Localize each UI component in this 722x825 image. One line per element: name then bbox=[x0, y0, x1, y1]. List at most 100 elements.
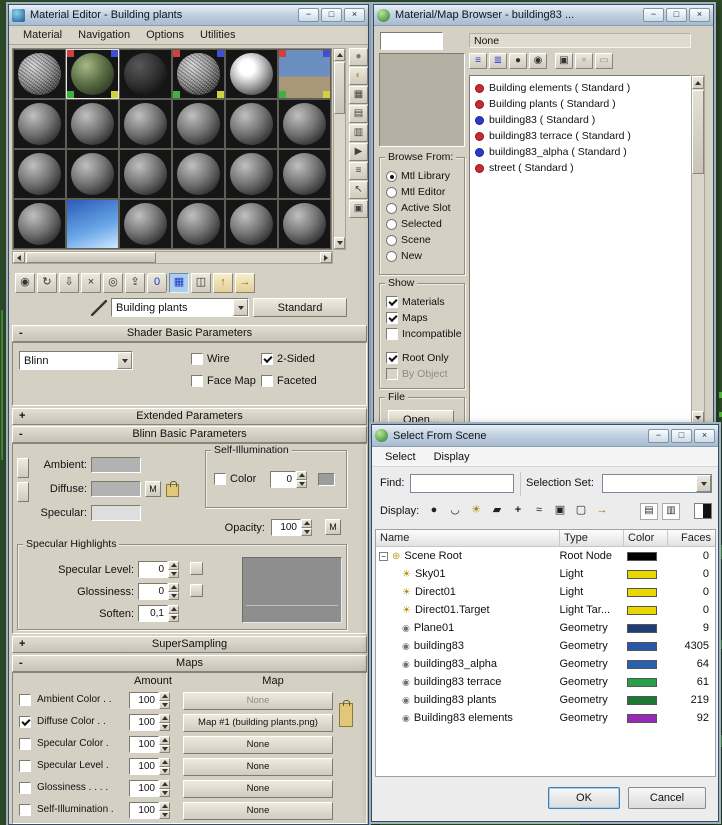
background-button[interactable]: ▦ bbox=[349, 86, 368, 104]
column-color[interactable]: Color bbox=[624, 530, 668, 546]
sample-slot[interactable] bbox=[225, 149, 278, 199]
display-cameras-button[interactable]: ▰ bbox=[487, 502, 507, 520]
ambient-map-checkbox[interactable] bbox=[19, 694, 35, 706]
tree-expander-icon[interactable]: − bbox=[379, 551, 388, 561]
scrollbar-thumb[interactable] bbox=[692, 90, 704, 174]
soften-spinner[interactable]: 0,1 bbox=[138, 605, 179, 622]
opacity-map-button[interactable]: M bbox=[325, 519, 341, 535]
delete-from-library-button[interactable]: × bbox=[575, 53, 593, 69]
radio-scene[interactable]: Scene bbox=[386, 234, 431, 246]
specular-color-map-slot-button[interactable]: None bbox=[183, 736, 333, 754]
glossiness-map-checkbox[interactable] bbox=[19, 782, 35, 794]
display-shapes-button[interactable]: ◡ bbox=[445, 502, 465, 520]
clear-material-library-button[interactable]: ▭ bbox=[595, 53, 613, 69]
diffuse-map-button[interactable]: M bbox=[145, 481, 161, 497]
sample-slot[interactable] bbox=[278, 199, 331, 249]
spinner-up[interactable] bbox=[168, 561, 179, 570]
material-list[interactable]: Building elements ( Standard ) Building … bbox=[469, 75, 691, 425]
menu-material[interactable]: Material bbox=[15, 27, 70, 43]
display-space-warps-button[interactable]: ≈ bbox=[529, 502, 549, 520]
selection-set-dropdown[interactable] bbox=[602, 474, 712, 493]
sample-slot[interactable] bbox=[119, 149, 172, 199]
spinner-down[interactable] bbox=[301, 527, 312, 536]
sample-slot[interactable] bbox=[13, 49, 66, 99]
radio-mtl-editor[interactable]: Mtl Editor bbox=[386, 186, 445, 198]
spinner-down[interactable] bbox=[168, 613, 179, 622]
spinner-up[interactable] bbox=[159, 714, 170, 723]
lock-icon[interactable] bbox=[166, 481, 179, 497]
self-illumination-color-checkbox[interactable]: Color bbox=[214, 473, 256, 485]
spinner-up[interactable] bbox=[159, 758, 170, 767]
spinner-down[interactable] bbox=[168, 569, 179, 578]
specular-level-map-button[interactable] bbox=[190, 562, 203, 575]
ambient-map-slot-button[interactable]: None bbox=[183, 692, 333, 710]
close-button[interactable]: × bbox=[689, 8, 710, 22]
display-geometry-button[interactable]: ● bbox=[424, 502, 444, 520]
scroll-right-button[interactable] bbox=[320, 252, 332, 263]
spinner-up[interactable] bbox=[159, 736, 170, 745]
go-to-parent-button[interactable]: ↑ bbox=[213, 273, 233, 293]
radio-mtl-library[interactable]: Mtl Library bbox=[386, 170, 450, 182]
sample-type-button[interactable]: ● bbox=[349, 48, 368, 66]
glossiness-map-button[interactable] bbox=[190, 584, 203, 597]
material-list-item[interactable]: building83_alpha ( Standard ) bbox=[470, 144, 690, 160]
sample-slot[interactable] bbox=[119, 99, 172, 149]
show-maps-checkbox[interactable]: Maps bbox=[386, 312, 428, 324]
diffuse-amount-spinner[interactable]: 100 bbox=[129, 714, 170, 731]
show-map-in-viewport-button[interactable]: ▦ bbox=[169, 273, 189, 293]
slots-vertical-scrollbar[interactable] bbox=[333, 48, 346, 250]
root-only-checkbox[interactable]: Root Only bbox=[386, 352, 449, 364]
specular-level-map-slot-button[interactable]: None bbox=[183, 758, 333, 776]
menu-navigation[interactable]: Navigation bbox=[70, 27, 138, 43]
self-illumination-spinner[interactable]: 0 bbox=[270, 471, 307, 488]
material-type-button[interactable]: Standard bbox=[253, 298, 347, 317]
sample-slot[interactable] bbox=[278, 99, 331, 149]
rollout-shader-basic-parameters[interactable]: - Shader Basic Parameters bbox=[12, 325, 367, 342]
menu-utilities[interactable]: Utilities bbox=[192, 27, 243, 43]
sample-uv-tiling-button[interactable]: ▤ bbox=[349, 105, 368, 123]
put-to-library-button[interactable]: ⇪ bbox=[125, 273, 145, 293]
put-material-to-scene-button[interactable]: ↻ bbox=[37, 273, 57, 293]
spinner-down[interactable] bbox=[159, 722, 170, 731]
scene-row[interactable]: ◉ building83_alpha Geometry 64 bbox=[376, 655, 715, 673]
sample-slot[interactable] bbox=[172, 99, 225, 149]
diffuse-color-swatch[interactable] bbox=[91, 481, 141, 497]
show-materials-checkbox[interactable]: Materials bbox=[386, 296, 445, 308]
go-forward-to-sibling-button[interactable]: → bbox=[235, 273, 255, 293]
minimize-button[interactable]: − bbox=[648, 428, 669, 443]
sample-slot[interactable] bbox=[66, 149, 119, 199]
scroll-left-button[interactable] bbox=[13, 252, 25, 263]
slots-horizontal-scrollbar[interactable] bbox=[12, 251, 333, 264]
cancel-button[interactable]: Cancel bbox=[628, 787, 706, 809]
scroll-down-button[interactable] bbox=[692, 411, 704, 424]
scene-row[interactable]: ◉ building83 terrace Geometry 61 bbox=[376, 673, 715, 691]
self-illumination-swatch[interactable] bbox=[318, 473, 335, 486]
ok-button[interactable]: OK bbox=[548, 787, 620, 809]
maximize-button[interactable]: □ bbox=[671, 428, 692, 443]
spinner-down[interactable] bbox=[159, 700, 170, 709]
rollout-blinn-basic-parameters[interactable]: - Blinn Basic Parameters bbox=[12, 426, 367, 443]
glossiness-spinner[interactable]: 0 bbox=[138, 583, 179, 600]
sample-slot[interactable] bbox=[119, 199, 172, 249]
view-small-icons-button[interactable]: ● bbox=[509, 53, 527, 69]
options-button[interactable]: ≡ bbox=[349, 162, 368, 180]
scrollbar-thumb[interactable] bbox=[26, 252, 156, 263]
display-groups-button[interactable]: ▣ bbox=[550, 502, 570, 520]
pick-material-from-object-icon[interactable] bbox=[91, 300, 107, 316]
diffuse-map-slot-button[interactable]: Map #1 (building plants.png) bbox=[183, 714, 333, 732]
scene-row[interactable]: ◉ building83 Geometry 4305 bbox=[376, 637, 715, 655]
spinner-up[interactable] bbox=[159, 780, 170, 789]
radio-selected[interactable]: Selected bbox=[386, 218, 442, 230]
assign-material-to-selection-button[interactable]: ⇩ bbox=[59, 273, 79, 293]
material-list-item[interactable]: street ( Standard ) bbox=[470, 160, 690, 176]
spinner-down[interactable] bbox=[159, 744, 170, 753]
show-incompatible-checkbox[interactable]: Incompatible bbox=[386, 328, 462, 340]
browser-titlebar[interactable]: Material/Map Browser - building83 ... − … bbox=[374, 5, 713, 26]
ambient-color-swatch[interactable] bbox=[91, 457, 141, 473]
spinner-up[interactable] bbox=[301, 519, 312, 528]
rollout-supersampling[interactable]: + SuperSampling bbox=[12, 636, 367, 653]
by-object-checkbox[interactable]: By Object bbox=[386, 368, 448, 380]
display-xrefs-button[interactable]: ▢ bbox=[571, 502, 591, 520]
shader-type-dropdown[interactable]: Blinn bbox=[19, 351, 133, 370]
display-lights-button[interactable]: ☀ bbox=[466, 502, 486, 520]
